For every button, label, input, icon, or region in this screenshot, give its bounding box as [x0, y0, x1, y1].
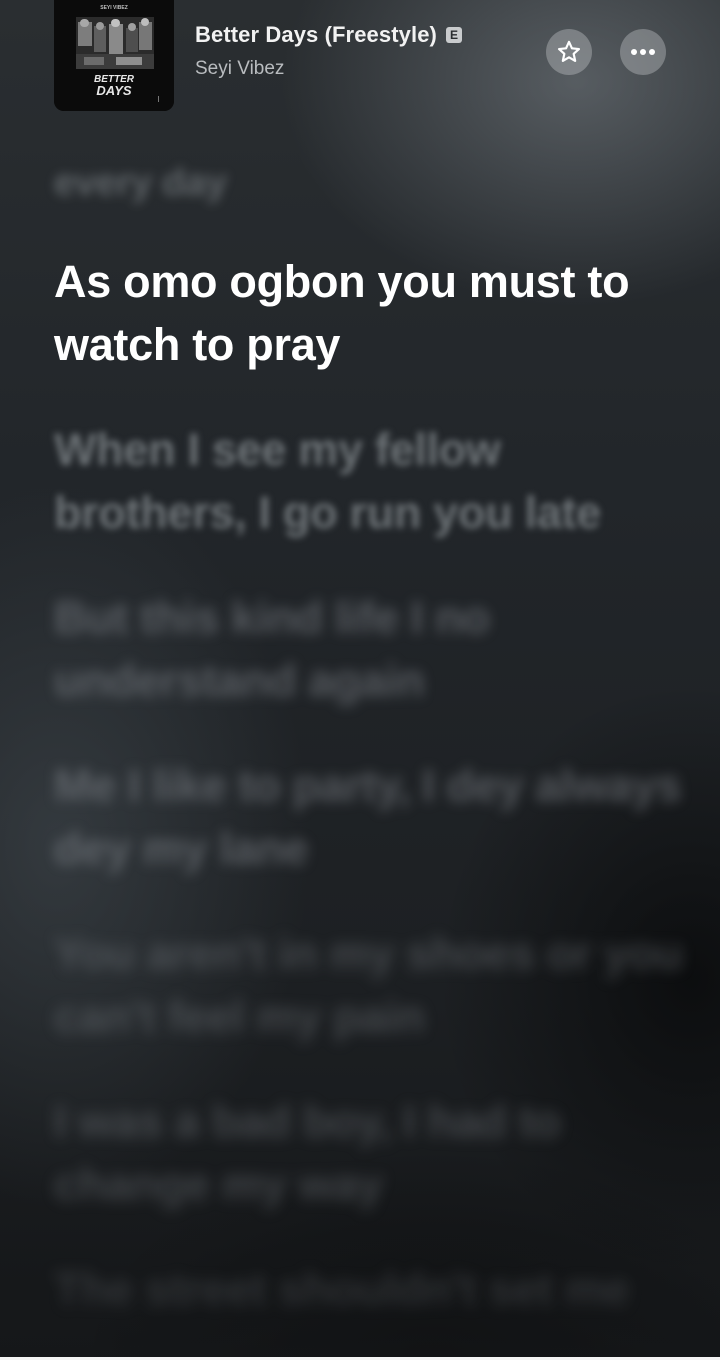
album-art-logo-line-2: DAYS	[96, 83, 131, 98]
lyric-line-upcoming[interactable]: But this kind life I no understand again	[54, 586, 694, 712]
track-title-row: Better Days (Freestyle) E	[195, 22, 462, 48]
album-art-top-text: SEYI VIBEZ	[100, 5, 128, 11]
lyric-line-upcoming[interactable]: Me I like to party, I dey always dey my …	[54, 754, 694, 880]
lyric-line-current[interactable]: As omo ogbon you must to watch to pray	[54, 250, 694, 376]
now-playing-header: SEYI VIBEZ BETTER DAYS Better Days (Free…	[0, 0, 720, 112]
album-art[interactable]: SEYI VIBEZ BETTER DAYS	[54, 0, 174, 111]
album-art-image: SEYI VIBEZ BETTER DAYS	[54, 0, 174, 111]
lyric-line-upcoming[interactable]: When I see my fellow brothers, I go run …	[54, 418, 694, 544]
lyric-line-upcoming[interactable]: I was a bad boy, I had to change my way	[54, 1090, 694, 1216]
explicit-badge: E	[445, 27, 462, 43]
artist-name[interactable]: Seyi Vibez	[195, 58, 284, 80]
favorite-button[interactable]	[546, 29, 592, 75]
lyric-line-upcoming[interactable]: The street shouldn't set me	[54, 1258, 694, 1321]
star-icon	[557, 40, 581, 62]
lyric-line-upcoming[interactable]: You aren't in my shoes or you can't feel…	[54, 922, 694, 1048]
lyric-line-previous[interactable]: every day	[54, 152, 694, 215]
more-dots-icon	[631, 49, 655, 55]
more-options-button[interactable]	[620, 29, 666, 75]
track-title[interactable]: Better Days (Freestyle)	[195, 22, 437, 48]
